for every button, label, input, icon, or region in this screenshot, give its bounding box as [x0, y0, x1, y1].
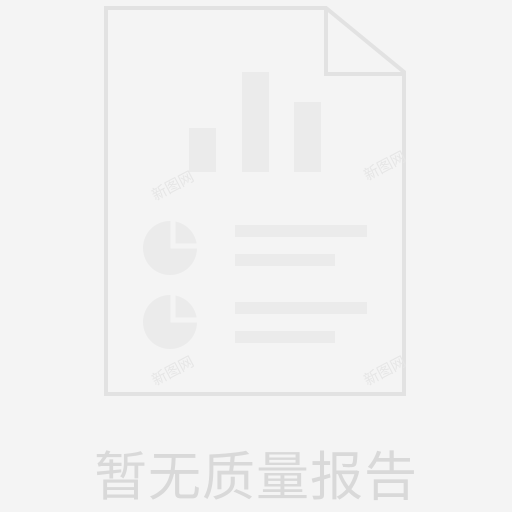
text-line-placeholder — [235, 254, 335, 266]
bar-chart-bar — [242, 72, 269, 172]
text-line-placeholder — [235, 225, 367, 237]
bar-chart-bar — [189, 128, 216, 172]
empty-report-illustration — [0, 0, 512, 420]
bar-chart-icon — [189, 72, 321, 172]
bar-chart-bar — [294, 102, 321, 172]
pie-chart-icon — [143, 295, 197, 349]
pie-chart-icon — [143, 221, 197, 275]
text-line-placeholder — [235, 302, 367, 314]
empty-state-message: 暂无质量报告 — [94, 447, 418, 508]
document-icon — [104, 6, 406, 396]
text-line-placeholder — [235, 331, 335, 343]
